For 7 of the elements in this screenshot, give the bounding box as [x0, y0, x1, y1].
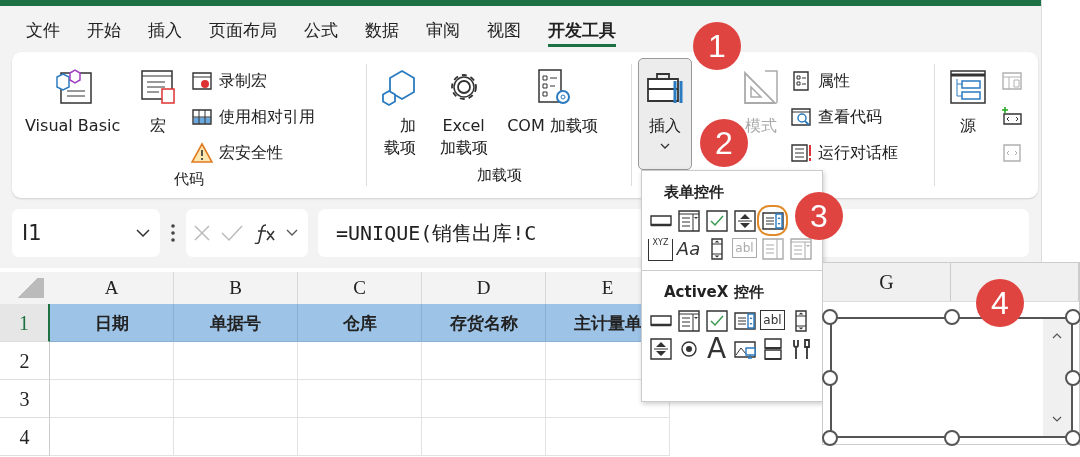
- section-heading: 表单控件: [664, 183, 725, 202]
- table-cell: 日期: [50, 304, 174, 342]
- group-label: 代码: [173, 169, 205, 190]
- group-label: 加载项: [475, 165, 523, 186]
- table-cell: 单据号: [174, 304, 298, 342]
- table-cell: 仓库: [298, 304, 422, 342]
- table-cell: 存货名称: [422, 304, 546, 342]
